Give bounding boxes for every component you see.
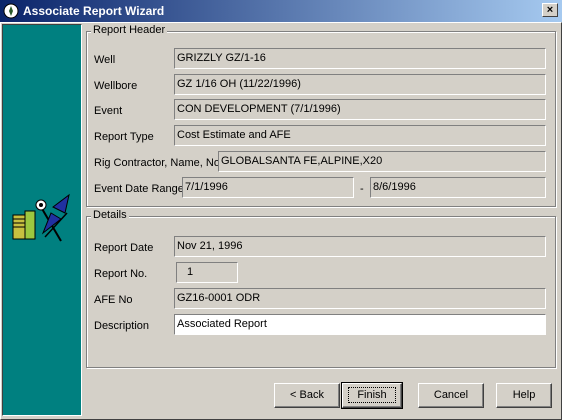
title-bar: Associate Report Wizard ×: [0, 0, 562, 22]
rig-contractor-field[interactable]: GLOBALSANTA FE,ALPINE,X20: [218, 151, 546, 172]
report-type-label: Report Type: [94, 131, 154, 143]
well-label: Well: [94, 54, 116, 66]
app-icon: [3, 3, 19, 19]
report-no-label: Report No.: [94, 268, 148, 280]
finish-button[interactable]: Finish: [341, 382, 403, 409]
description-input[interactable]: Associated Report: [174, 314, 546, 335]
event-field[interactable]: CON DEVELOPMENT (7/1/1996): [174, 99, 546, 120]
date-range-separator: -: [360, 183, 364, 195]
window-title: Associate Report Wizard: [23, 4, 165, 18]
event-date-range-label: Event Date Range: [94, 183, 184, 195]
event-label: Event: [94, 105, 123, 117]
wellbore-field[interactable]: GZ 1/16 OH (11/22/1996): [174, 74, 546, 95]
report-header-title: Report Header: [91, 24, 168, 36]
event-end-date-field[interactable]: 8/6/1996: [370, 177, 546, 198]
description-label: Description: [94, 320, 150, 332]
event-start-date-field[interactable]: 7/1/1996: [182, 177, 354, 198]
back-button[interactable]: < Back: [274, 383, 340, 408]
finish-button-label: Finish: [348, 387, 396, 403]
rig-contractor-label: Rig Contractor, Name, No: [94, 157, 220, 169]
wizard-side-panel: [2, 24, 82, 416]
report-type-field[interactable]: Cost Estimate and AFE: [174, 125, 546, 146]
afe-no-field[interactable]: GZ16-0001 ODR: [174, 288, 546, 309]
report-date-field[interactable]: Nov 21, 1996: [174, 236, 546, 257]
report-no-field[interactable]: 1: [176, 262, 238, 283]
wellbore-label: Wellbore: [94, 80, 138, 92]
report-date-label: Report Date: [94, 242, 154, 254]
close-button[interactable]: ×: [542, 3, 558, 17]
documents-and-satellite-icon: [12, 193, 70, 242]
afe-no-label: AFE No: [94, 294, 133, 306]
well-field[interactable]: GRIZZLY GZ/1-16: [174, 48, 546, 69]
details-title: Details: [91, 209, 129, 221]
help-button[interactable]: Help: [496, 383, 552, 408]
cancel-button[interactable]: Cancel: [418, 383, 484, 408]
